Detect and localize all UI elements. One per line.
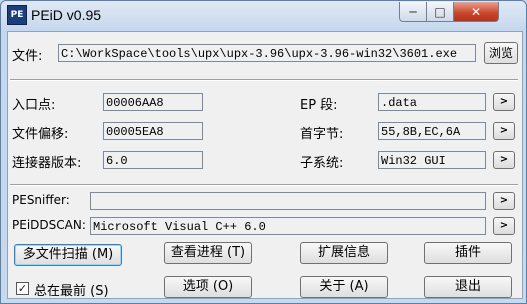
peiddscan-label: PEiDDSCAN: [12,218,86,232]
file-offset-field[interactable]: 00005EA8 [103,122,203,140]
subsystem-arrow-button[interactable]: > [493,151,515,169]
first-bytes-label: 首字节: [300,127,344,142]
peiddscan-arrow-button[interactable]: > [493,217,515,235]
peid-window: PE PEiD v0.95 ─ □ ✕ 文件: C:\WorkSpace\too… [0,0,527,304]
extensions-button[interactable]: 扩展信息 [300,242,388,264]
separator [10,79,518,81]
file-offset-label: 文件偏移: [12,127,69,142]
pesniffer-field[interactable] [90,192,486,210]
options-button[interactable]: 选项 (O) [164,276,252,298]
pesniffer-label: PESniffer: [12,193,70,207]
multi-file-scan-button[interactable]: 多文件扫描 (M) [14,244,122,266]
ep-section-field[interactable]: .data [378,93,486,111]
plugins-button[interactable]: 插件 [424,242,512,264]
peiddscan-field[interactable]: Microsoft Visual C++ 6.0 [90,217,486,235]
maximize-button[interactable]: □ [426,2,454,22]
title-bar[interactable]: PE PEiD v0.95 ─ □ ✕ [1,1,526,31]
always-on-top-checkbox[interactable]: ✓ [16,282,29,295]
separator [10,184,518,186]
entry-point-field[interactable]: 00006AA8 [103,93,203,111]
close-button[interactable]: ✕ [453,2,499,22]
ep-section-arrow-button[interactable]: > [493,93,515,111]
about-button[interactable]: 关于 (A) [300,276,388,298]
minimize-button[interactable]: ─ [399,2,427,22]
file-label: 文件: [12,49,43,64]
pesniffer-arrow-button[interactable]: > [493,192,515,210]
first-bytes-field[interactable]: 55,8B,EC,6A [378,122,486,140]
file-path-field[interactable]: C:\WorkSpace\tools\upx\upx-3.96\upx-3.96… [58,44,476,62]
browse-button[interactable]: 浏览 [484,42,518,64]
entry-point-label: 入口点: [12,98,56,113]
exit-button[interactable]: 退出 [424,276,512,298]
window-title: PEiD v0.95 [31,7,102,23]
view-process-button[interactable]: 查看进程 (T) [164,242,252,264]
first-bytes-arrow-button[interactable]: > [493,122,515,140]
always-on-top-label[interactable]: 总在最前 (S) [34,280,109,299]
ep-section-label: EP 段: [300,98,338,113]
main-panel: 文件: C:\WorkSpace\tools\upx\upx-3.96\upx-… [7,31,523,299]
linker-version-label: 连接器版本: [12,156,82,171]
linker-version-field[interactable]: 6.0 [103,151,203,169]
subsystem-label: 子系统: [300,156,344,171]
app-icon: PE [7,5,27,25]
subsystem-field[interactable]: Win32 GUI [378,151,486,169]
